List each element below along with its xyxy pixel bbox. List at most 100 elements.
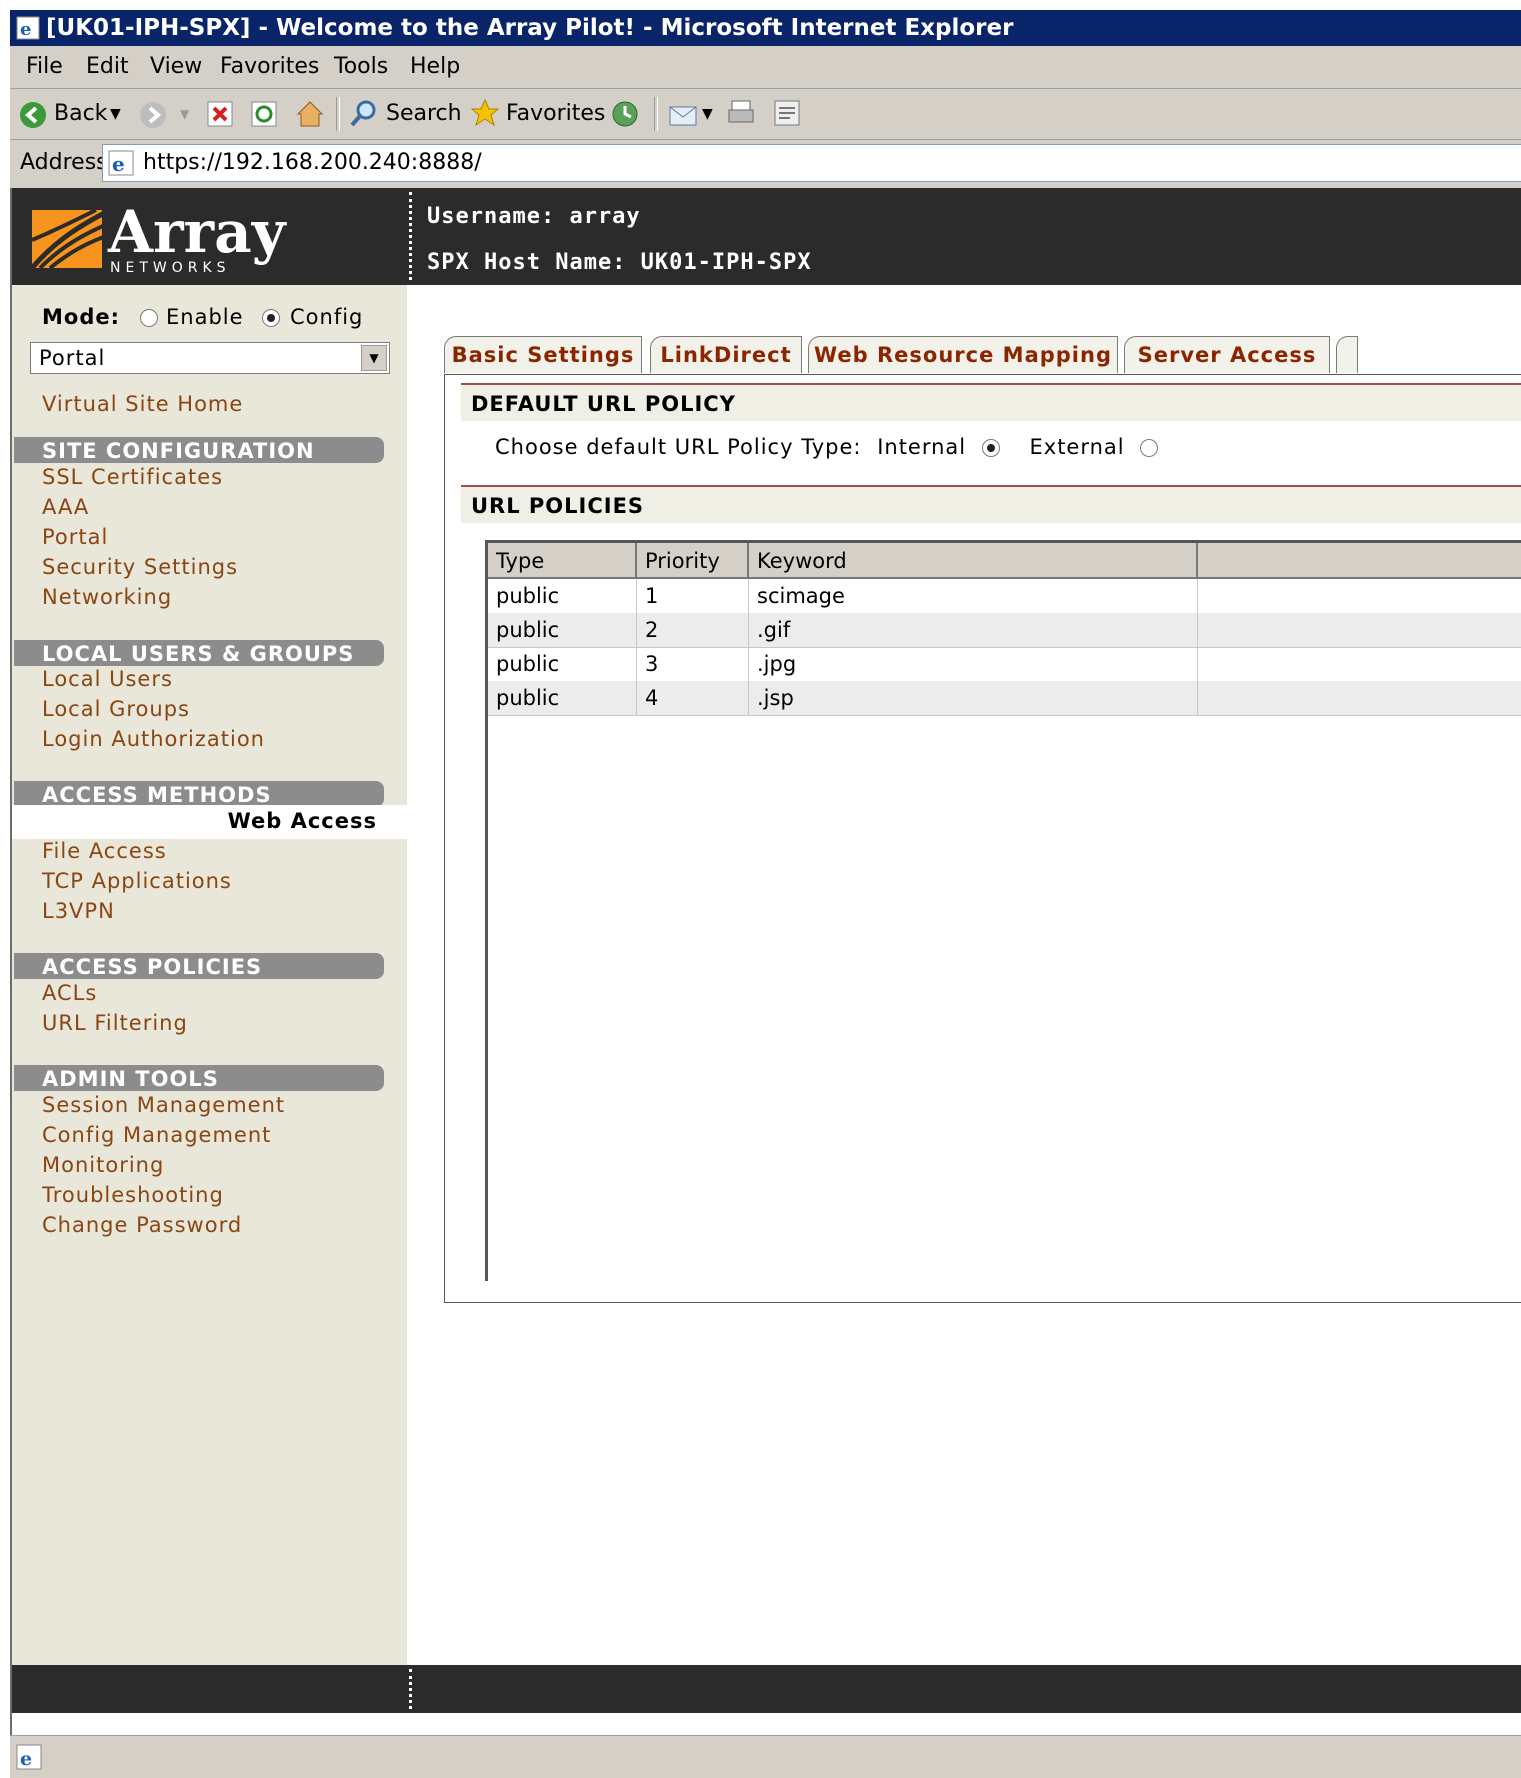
mail-dropdown-icon[interactable]: ▼ [702, 98, 713, 130]
back-arrow-icon[interactable] [18, 100, 48, 130]
menu-edit[interactable]: Edit [86, 46, 129, 88]
svg-text:NETWORKS: NETWORKS [110, 260, 231, 276]
url-policies-table: Type Priority Keyword public 1 scimage p… [485, 540, 1521, 1281]
sidebar-item-portal[interactable]: Portal [42, 525, 108, 549]
sidebar-item-session-management[interactable]: Session Management [42, 1093, 285, 1117]
tab-web-resource-mapping[interactable]: Web Resource Mapping [808, 336, 1118, 373]
policy-internal-radio[interactable] [981, 439, 1000, 457]
mode-enable-radio[interactable] [140, 309, 158, 327]
cell-type: public [488, 613, 637, 647]
title-bar: e [UK01-IPH-SPX] - Welcome to the Array … [10, 10, 1521, 46]
sidebar-item-troubleshooting[interactable]: Troubleshooting [42, 1183, 224, 1207]
table-row[interactable]: public 2 .gif [488, 613, 1521, 648]
menu-view[interactable]: View [150, 46, 202, 88]
sidebar-item-local-groups[interactable]: Local Groups [42, 697, 190, 721]
edit-icon[interactable] [772, 98, 802, 128]
mode-config-label: Config [290, 305, 364, 329]
sidebar-item-change-password[interactable]: Change Password [42, 1213, 242, 1237]
address-bar: Address e https://192.168.200.240:8888/ [10, 140, 1521, 186]
cell-priority: 1 [637, 579, 749, 613]
policy-prompt: Choose default URL Policy Type: [495, 435, 862, 459]
policy-external-label: External [1029, 435, 1125, 459]
back-button[interactable]: Back [54, 98, 107, 130]
site-select[interactable]: Portal ▼ [30, 342, 390, 374]
svg-text:e: e [112, 152, 125, 176]
refresh-icon[interactable] [250, 100, 278, 128]
mode-enable-label: Enable [166, 305, 244, 329]
column-header-priority[interactable]: Priority [637, 543, 749, 579]
search-button[interactable]: Search [386, 98, 462, 130]
tab-server-access[interactable]: Server Access [1124, 336, 1330, 373]
column-header-type[interactable]: Type [488, 543, 637, 579]
column-header-keyword[interactable]: Keyword [749, 543, 1198, 579]
sidebar-item-file-access[interactable]: File Access [42, 839, 167, 863]
favorites-button[interactable]: Favorites [506, 98, 605, 130]
print-icon[interactable] [726, 98, 756, 128]
virtual-site-home-link[interactable]: Virtual Site Home [42, 392, 243, 416]
sidebar-item-login-authorization[interactable]: Login Authorization [42, 727, 265, 751]
username-label: Username: array [427, 204, 641, 229]
cell-type: public [488, 681, 637, 715]
forward-arrow-icon[interactable] [138, 100, 168, 130]
sidebar-item-tcp-applications[interactable]: TCP Applications [42, 869, 232, 893]
section-admin-tools: ADMIN TOOLS [14, 1065, 384, 1091]
forward-dropdown-icon[interactable]: ▼ [180, 98, 189, 130]
cell-priority: 3 [637, 647, 749, 681]
section-local-users-groups: LOCAL USERS & GROUPS [14, 640, 384, 666]
tab-linkdirect[interactable]: LinkDirect [650, 336, 802, 373]
url-policies-title: URL POLICIES [461, 485, 1521, 523]
cell-keyword: scimage [749, 579, 1198, 613]
sidebar-item-config-management[interactable]: Config Management [42, 1123, 271, 1147]
search-icon[interactable] [348, 99, 378, 129]
stop-icon[interactable] [206, 100, 234, 128]
sidebar-item-networking[interactable]: Networking [42, 585, 172, 609]
home-icon[interactable] [294, 98, 326, 130]
address-url: https://192.168.200.240:8888/ [143, 150, 482, 175]
table-row[interactable]: public 1 scimage [488, 579, 1521, 614]
menu-help[interactable]: Help [410, 46, 460, 88]
app-footer [12, 1665, 1521, 1713]
sidebar-item-web-access-label: Web Access [227, 809, 377, 833]
svg-text:e: e [20, 19, 31, 40]
default-url-policy-title: DEFAULT URL POLICY [461, 383, 1521, 421]
policy-external-radio[interactable] [1140, 439, 1159, 457]
sidebar-item-monitoring[interactable]: Monitoring [42, 1153, 164, 1177]
address-input[interactable]: e https://192.168.200.240:8888/ [102, 144, 1521, 182]
page-icon: e [108, 150, 134, 176]
sidebar-item-web-access[interactable]: Web Access [12, 805, 407, 839]
back-dropdown-icon[interactable]: ▼ [110, 98, 121, 130]
mode-config-radio[interactable] [262, 309, 280, 327]
menu-bar: File Edit View Favorites Tools Help [10, 46, 1521, 89]
default-url-policy-row: Choose default URL Policy Type: Internal… [495, 435, 1159, 459]
menu-file[interactable]: File [26, 46, 63, 88]
sidebar-item-local-users[interactable]: Local Users [42, 667, 173, 691]
history-icon[interactable] [610, 99, 640, 129]
table-row[interactable]: public 3 .jpg [488, 647, 1521, 682]
sidebar-item-ssl-certificates[interactable]: SSL Certificates [42, 465, 223, 489]
sidebar-item-aaa[interactable]: AAA [42, 495, 89, 519]
policy-internal-label: Internal [877, 435, 967, 459]
mode-label: Mode: [42, 305, 120, 329]
section-access-methods: ACCESS METHODS [14, 781, 384, 807]
browser-window: e [UK01-IPH-SPX] - Welcome to the Array … [10, 10, 1521, 1778]
tab-basic-settings[interactable]: Basic Settings [444, 336, 642, 373]
menu-tools[interactable]: Tools [334, 46, 388, 88]
svg-text:Array: Array [107, 200, 288, 266]
chevron-down-icon[interactable]: ▼ [361, 345, 387, 371]
section-site-configuration: SITE CONFIGURATION [14, 437, 384, 463]
window-title: [UK01-IPH-SPX] - Welcome to the Array Pi… [46, 15, 1014, 41]
sidebar-item-acls[interactable]: ACLs [42, 981, 97, 1005]
column-header-blank[interactable] [1198, 543, 1521, 579]
menu-favorites[interactable]: Favorites [220, 46, 319, 88]
sidebar-item-security-settings[interactable]: Security Settings [42, 555, 238, 579]
mail-icon[interactable] [668, 99, 698, 129]
tab-more[interactable] [1336, 336, 1358, 373]
table-row[interactable]: public 4 .jsp [488, 681, 1521, 716]
svg-text:e: e [20, 1748, 32, 1770]
cell-type: public [488, 647, 637, 681]
sidebar-item-l3vpn[interactable]: L3VPN [42, 899, 115, 923]
favorites-star-icon[interactable] [470, 98, 500, 128]
section-access-policies: ACCESS POLICIES [14, 953, 384, 979]
sidebar-item-url-filtering[interactable]: URL Filtering [42, 1011, 188, 1035]
cell-type: public [488, 579, 637, 613]
